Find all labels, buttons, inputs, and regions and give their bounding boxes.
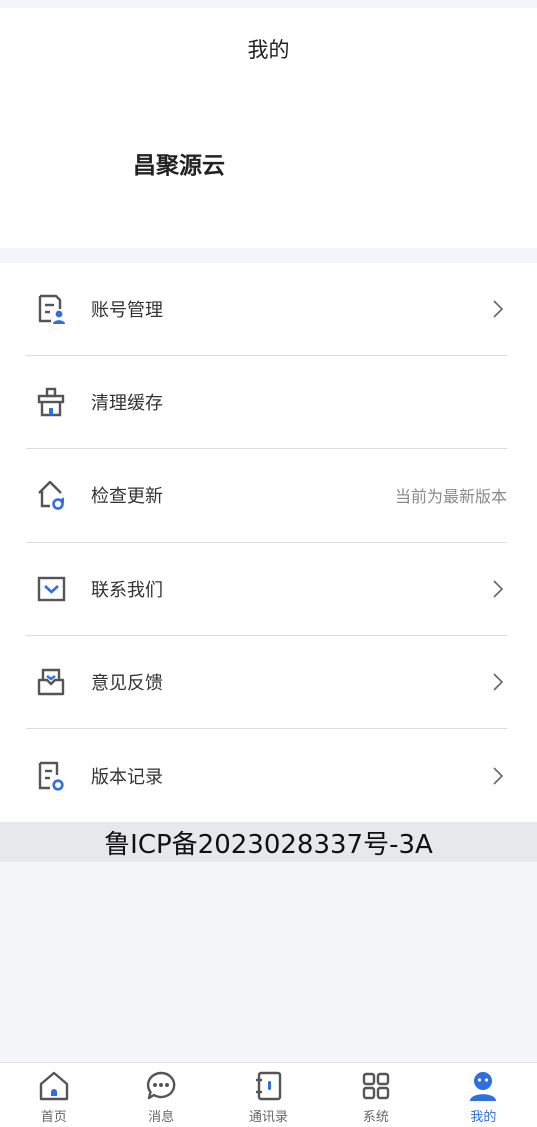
menu-item-version-history[interactable]: 版本记录 bbox=[26, 729, 507, 822]
mail-box-icon bbox=[36, 573, 66, 605]
version-doc-icon bbox=[36, 760, 66, 792]
grid-icon bbox=[362, 1072, 390, 1100]
menu-item-feedback[interactable]: 意见反馈 bbox=[26, 636, 507, 729]
home-icon bbox=[39, 1071, 68, 1101]
inbox-icon bbox=[36, 666, 66, 698]
menu-label: 账号管理 bbox=[91, 300, 163, 322]
tab-label: 系统 bbox=[362, 1110, 389, 1125]
update-status-text: 当前为最新版本 bbox=[394, 487, 507, 507]
basket-icon bbox=[36, 386, 66, 418]
menu-label: 检查更新 bbox=[91, 486, 163, 508]
profile-header: 我的 昌聚源云 bbox=[0, 8, 537, 248]
page-title: 我的 bbox=[247, 38, 290, 62]
tab-label: 通讯录 bbox=[249, 1110, 289, 1125]
tab-label: 首页 bbox=[40, 1110, 67, 1125]
user-name: 昌聚源云 bbox=[133, 153, 225, 179]
chevron-right-icon bbox=[493, 580, 504, 598]
menu-item-clear-cache[interactable]: 清理缓存 bbox=[26, 356, 507, 450]
tab-system[interactable]: 系统 bbox=[322, 1063, 429, 1127]
account-doc-icon bbox=[36, 293, 66, 325]
chevron-right-icon bbox=[493, 673, 504, 691]
menu-item-contact-us[interactable]: 联系我们 bbox=[26, 543, 507, 636]
menu-label: 清理缓存 bbox=[91, 393, 163, 415]
tab-home[interactable]: 首页 bbox=[0, 1063, 107, 1127]
chevron-right-icon bbox=[493, 300, 504, 318]
status-strip bbox=[0, 0, 537, 8]
menu-item-check-update[interactable]: 检查更新 当前为最新版本 bbox=[26, 449, 507, 543]
menu-label: 联系我们 bbox=[91, 579, 163, 601]
chat-icon bbox=[146, 1071, 176, 1100]
tab-label: 我的 bbox=[470, 1110, 497, 1125]
tab-messages[interactable]: 消息 bbox=[107, 1063, 214, 1127]
menu-label: 版本记录 bbox=[91, 766, 163, 788]
menu-item-account[interactable]: 账号管理 bbox=[26, 263, 507, 357]
tab-contacts[interactable]: 通讯录 bbox=[215, 1063, 322, 1127]
tab-profile[interactable]: 我的 bbox=[430, 1063, 537, 1127]
chevron-right-icon bbox=[493, 766, 504, 785]
contacts-book-icon bbox=[255, 1071, 281, 1101]
settings-menu: 账号管理 清理缓存 检查更新 当前为最新版本 联系我们 意见反馈 版本记录 bbox=[0, 263, 537, 822]
bottom-tab-bar: 首页 消息 通讯录 系统 我的 bbox=[0, 1062, 537, 1127]
menu-label: 意见反馈 bbox=[91, 672, 163, 694]
icp-license-text: 鲁ICP备2023028337号-3A bbox=[0, 822, 537, 862]
home-update-icon bbox=[36, 479, 66, 511]
profile-icon bbox=[470, 1072, 497, 1101]
tab-label: 消息 bbox=[148, 1110, 175, 1125]
